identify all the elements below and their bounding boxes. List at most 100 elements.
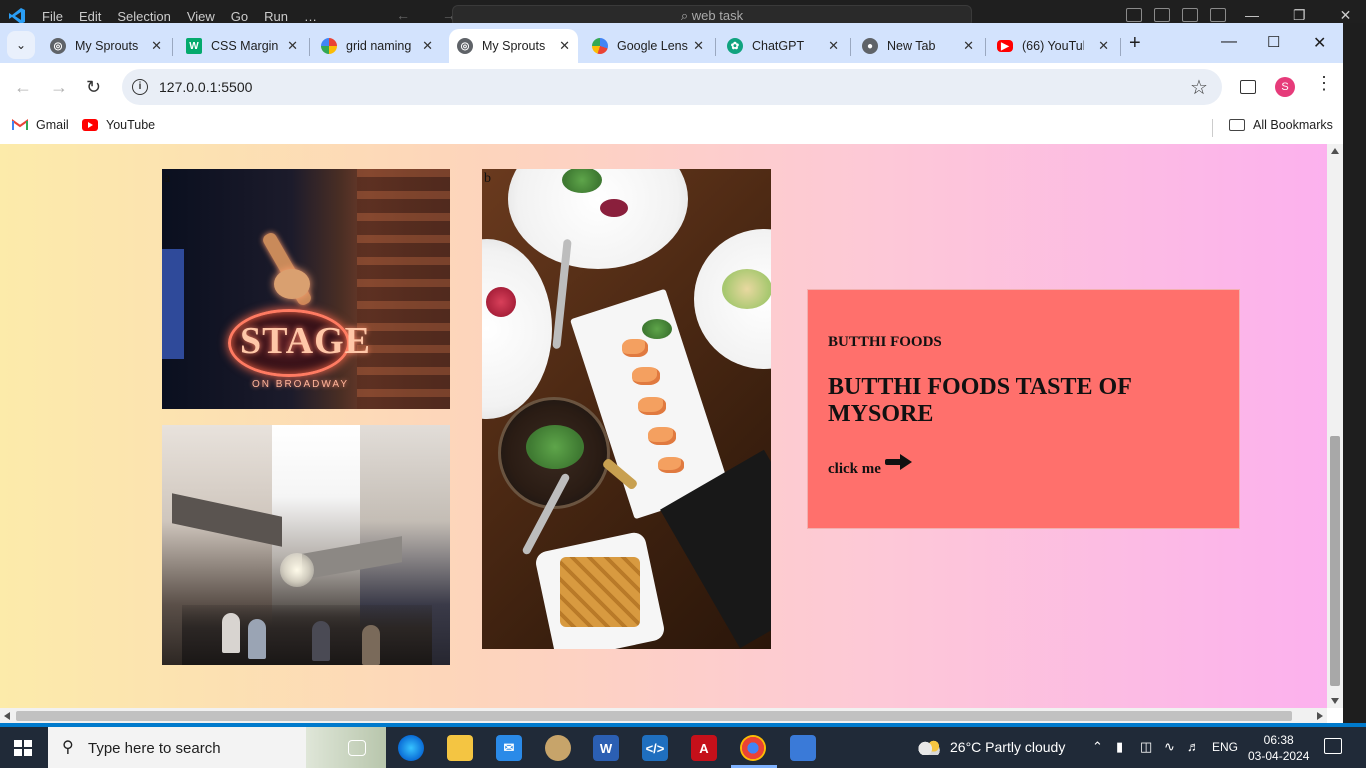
profile-avatar[interactable]: S (1275, 77, 1295, 97)
close-icon[interactable]: ✕ (422, 38, 433, 54)
tab-new-tab[interactable]: ● New Tab ✕ (854, 29, 982, 63)
tab-youtube[interactable]: ▶ (66) YouTube ✕ (989, 29, 1117, 63)
scroll-up-icon[interactable] (1331, 148, 1339, 154)
volume-icon[interactable]: ♬ (1187, 739, 1200, 754)
bookmark-star-icon[interactable]: ☆ (1190, 75, 1208, 100)
mail-icon[interactable]: ✉ (496, 735, 522, 761)
new-tab-button[interactable]: + (1129, 32, 1141, 55)
tab-search-button[interactable]: ⌄ (7, 31, 35, 59)
address-bar[interactable]: i 127.0.0.1:5500 ☆ (122, 69, 1222, 105)
close-icon[interactable]: ✕ (559, 38, 570, 54)
bookmark-separator (1212, 119, 1213, 137)
close-icon[interactable]: ✕ (963, 38, 974, 54)
menu-more[interactable]: … (304, 9, 317, 24)
vscode-icon[interactable]: </> (642, 735, 668, 761)
horizontal-scroll-thumb[interactable] (16, 711, 1292, 721)
tab-grid-naming[interactable]: grid naming ✕ (313, 29, 441, 63)
menu-go[interactable]: Go (231, 9, 248, 24)
device-icon[interactable]: ◫ (1140, 739, 1152, 755)
reload-icon[interactable]: ↻ (86, 77, 101, 98)
close-icon[interactable]: ✕ (693, 38, 704, 54)
chevron-up-icon[interactable]: ⌃ (1092, 739, 1103, 755)
scroll-right-icon[interactable] (1317, 712, 1323, 720)
click-me-link[interactable]: click me (828, 454, 913, 478)
taskbar-search[interactable]: ⚲ Type here to search (48, 727, 386, 768)
menu-edit[interactable]: Edit (79, 9, 101, 24)
arrow-right-icon[interactable] (884, 454, 913, 470)
browser-window: ⌄ ◎ My Sprouts ✕ W CSS Margin ✕ grid nam… (0, 23, 1343, 726)
tab-label: CSS Margin (211, 39, 279, 53)
forward-arrow-icon[interactable]: → (50, 77, 68, 98)
tab-separator (309, 38, 310, 56)
scroll-left-icon[interactable] (4, 712, 10, 720)
paint-icon[interactable] (545, 735, 571, 761)
search-icon: ⌕ (680, 8, 692, 23)
language-indicator[interactable]: ENG (1212, 740, 1238, 754)
vertical-scroll-thumb[interactable] (1330, 436, 1340, 686)
salad (722, 269, 771, 309)
tab-label: My Sprouts (482, 39, 546, 53)
weather-widget[interactable]: 26°C Partly cloudy (918, 739, 1065, 755)
close-icon[interactable]: ✕ (287, 38, 298, 54)
task-view-icon[interactable] (348, 740, 366, 756)
person (312, 621, 330, 661)
photo-label-a: a (164, 171, 171, 186)
wifi-icon[interactable]: ∿ (1164, 739, 1175, 755)
close-icon[interactable]: ✕ (1098, 38, 1109, 54)
tab-label: ChatGPT (752, 39, 805, 53)
bookmark-gmail[interactable]: Gmail (12, 118, 69, 132)
acrobat-icon[interactable]: A (691, 735, 717, 761)
horizontal-scrollbar[interactable] (0, 708, 1327, 724)
notification-icon[interactable] (1324, 738, 1342, 754)
menu-run[interactable]: Run (264, 9, 288, 24)
scroll-down-icon[interactable] (1331, 698, 1339, 704)
toggle-panel-icon[interactable] (1154, 8, 1170, 22)
tab-my-sprouts-1[interactable]: ◎ My Sprouts ✕ (42, 29, 170, 63)
back-arrow-icon[interactable]: ← (14, 77, 32, 98)
tab-label: My Sprouts (75, 39, 139, 53)
tab-separator (850, 38, 851, 56)
photos-icon[interactable] (790, 735, 816, 761)
taskbar-search-placeholder: Type here to search (88, 740, 221, 757)
bookmark-youtube[interactable]: YouTube (82, 118, 155, 132)
restore-icon[interactable]: ❐ (1293, 7, 1306, 24)
tab-google-lens[interactable]: Google Lens ✕ (584, 29, 712, 63)
person (222, 613, 240, 653)
close-icon[interactable]: ✕ (828, 38, 839, 54)
edge-icon[interactable] (398, 735, 424, 761)
click-me-label[interactable]: click me (828, 461, 881, 478)
windows-start-icon[interactable] (14, 740, 32, 756)
w3schools-icon: W (186, 38, 202, 54)
globe-icon: ◎ (457, 38, 473, 54)
maximize-icon[interactable]: ☐ (1267, 33, 1280, 51)
chrome-icon[interactable] (740, 735, 766, 761)
vertical-scrollbar[interactable] (1327, 144, 1343, 708)
fries (560, 557, 640, 627)
url-text[interactable]: 127.0.0.1:5500 (159, 79, 252, 95)
file-explorer-icon[interactable] (447, 735, 473, 761)
minimize-icon[interactable]: — (1245, 7, 1259, 24)
menu-selection[interactable]: Selection (117, 9, 170, 24)
battery-icon[interactable]: ▮ (1116, 739, 1123, 755)
shrimp (622, 339, 648, 357)
tab-chatgpt[interactable]: ✿ ChatGPT ✕ (719, 29, 847, 63)
system-clock[interactable]: 06:38 03-04-2024 (1248, 732, 1309, 764)
minimize-icon[interactable]: — (1221, 33, 1237, 51)
close-icon[interactable]: ✕ (1340, 7, 1352, 24)
menu-file[interactable]: File (42, 9, 63, 24)
more-menu-icon[interactable]: ⋮ (1315, 73, 1333, 94)
site-info-icon[interactable]: i (132, 79, 148, 95)
tab-my-sprouts-active[interactable]: ◎ My Sprouts ✕ (449, 29, 578, 63)
toggle-secondary-sidebar-icon[interactable] (1182, 8, 1198, 22)
all-bookmarks-button[interactable]: All Bookmarks (1229, 118, 1333, 132)
toggle-sidebar-icon[interactable] (1126, 8, 1142, 22)
word-icon[interactable]: W (593, 735, 619, 761)
sunlight (280, 553, 314, 587)
customize-layout-icon[interactable] (1210, 8, 1226, 22)
photo-neon-sign: a STAGE ON BROADWAY (162, 169, 450, 409)
side-panel-icon[interactable] (1240, 80, 1256, 94)
close-icon[interactable]: ✕ (1313, 33, 1326, 53)
tab-css-margin[interactable]: W CSS Margin ✕ (178, 29, 306, 63)
menu-view[interactable]: View (187, 9, 215, 24)
close-icon[interactable]: ✕ (151, 38, 162, 54)
